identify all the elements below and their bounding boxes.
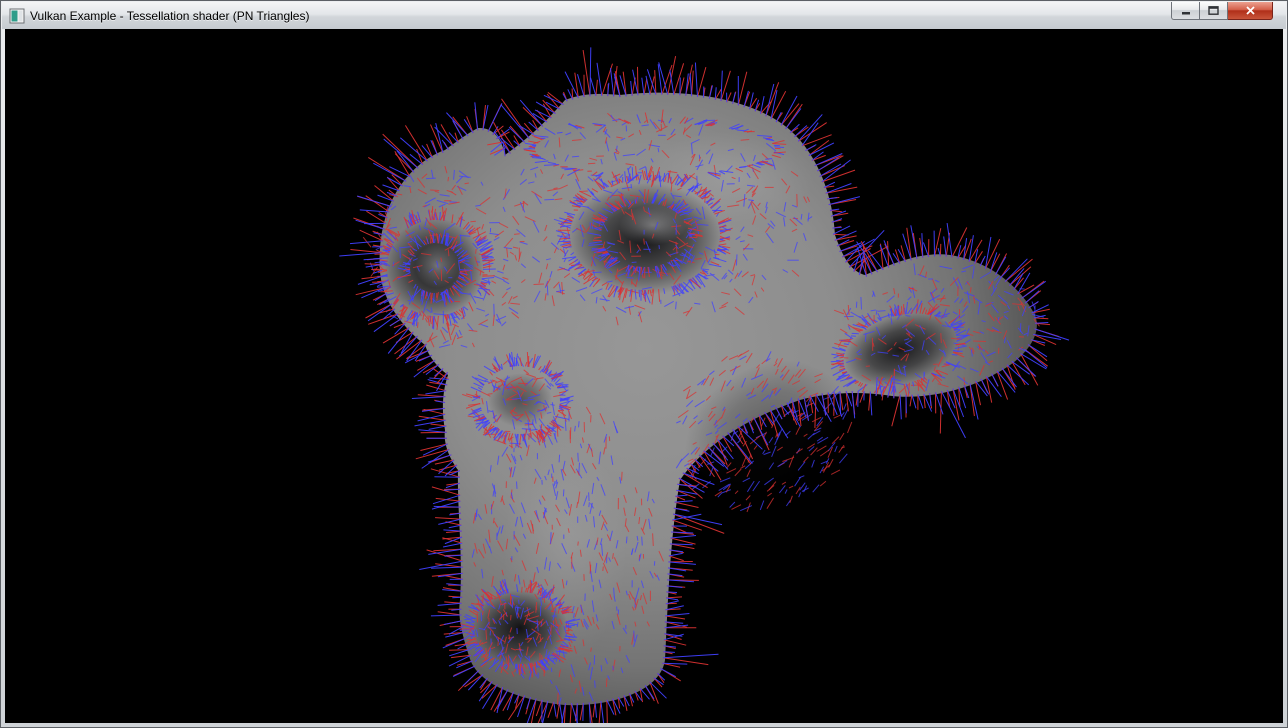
window-controls [1171, 2, 1273, 20]
maximize-icon [1208, 6, 1219, 15]
titlebar[interactable]: Vulkan Example - Tessellation shader (PN… [2, 2, 1286, 29]
close-button[interactable] [1228, 2, 1273, 20]
minimize-icon [1181, 6, 1191, 15]
window-title: Vulkan Example - Tessellation shader (PN… [30, 8, 309, 24]
minimize-button[interactable] [1171, 2, 1200, 20]
maximize-button[interactable] [1200, 2, 1228, 20]
scene-svg [5, 29, 1283, 723]
render-viewport[interactable] [5, 29, 1283, 723]
app-window: Vulkan Example - Tessellation shader (PN… [0, 0, 1288, 728]
app-icon [9, 8, 25, 24]
close-icon [1245, 6, 1256, 15]
